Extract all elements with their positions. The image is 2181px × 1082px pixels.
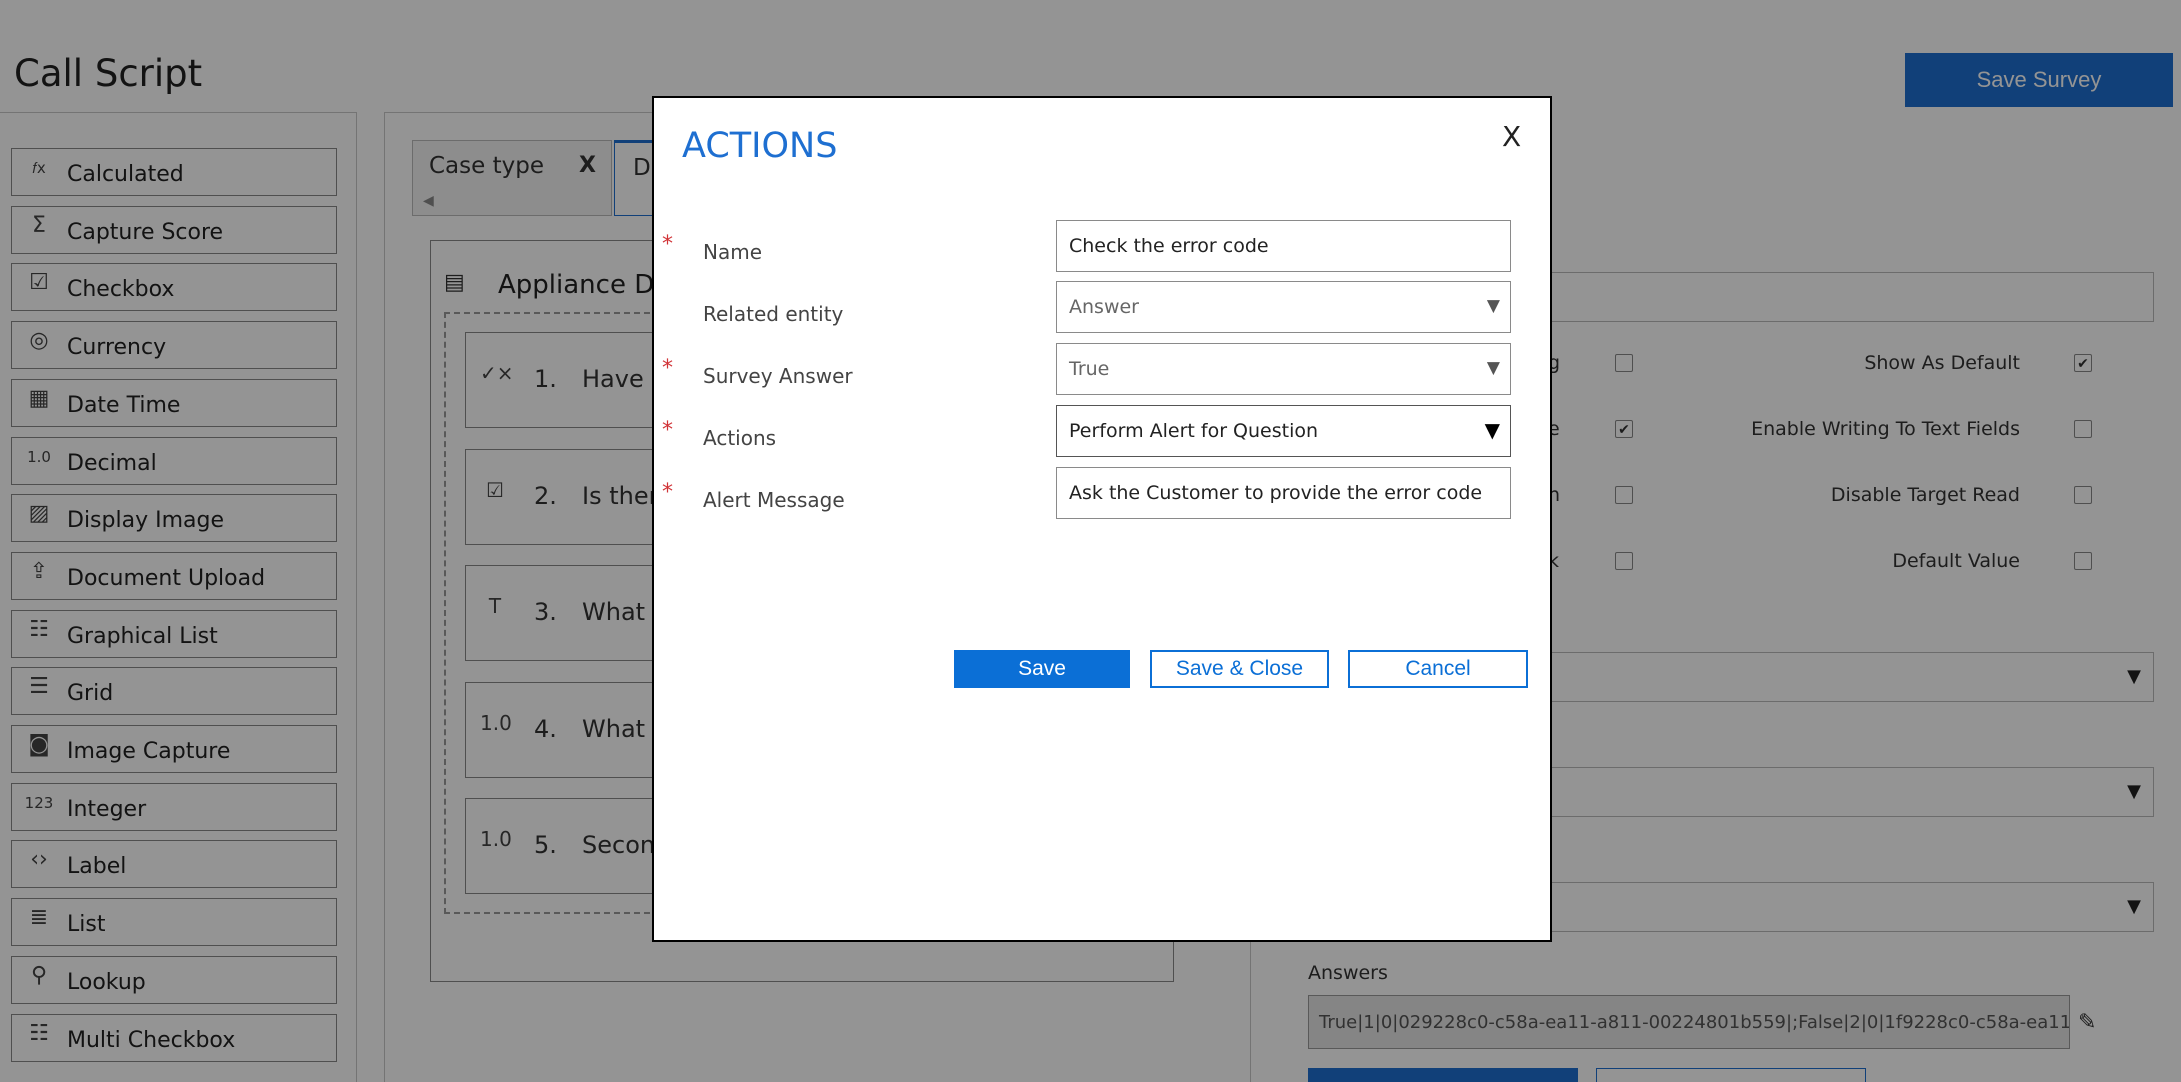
chevron-down-icon: ▼ xyxy=(1486,296,1500,316)
close-icon[interactable]: X xyxy=(1502,120,1521,153)
actions-value: Perform Alert for Question xyxy=(1069,420,1319,442)
save-button[interactable]: Save xyxy=(954,650,1130,688)
actions-label: Actions xyxy=(703,426,777,450)
chevron-down-icon: ▼ xyxy=(1486,358,1500,378)
related-entity-value: Answer xyxy=(1069,296,1139,318)
save-and-close-button[interactable]: Save & Close xyxy=(1150,650,1329,688)
related-entity-label: Related entity xyxy=(703,302,844,326)
name-input[interactable]: Check the error code xyxy=(1056,220,1511,272)
required-marker: * xyxy=(662,418,673,443)
alert-message-label: Alert Message xyxy=(703,488,845,512)
survey-answer-value: True xyxy=(1069,358,1110,380)
alert-message-input[interactable]: Ask the Customer to provide the error co… xyxy=(1056,467,1511,519)
required-marker: * xyxy=(662,356,673,381)
dialog-title: ACTIONS xyxy=(682,126,838,166)
survey-answer-label: Survey Answer xyxy=(703,364,853,388)
required-marker: * xyxy=(662,232,673,257)
survey-answer-select[interactable]: True ▼ xyxy=(1056,343,1511,395)
required-marker: * xyxy=(662,480,673,505)
chevron-down-icon: ▼ xyxy=(1484,418,1500,442)
actions-select[interactable]: Perform Alert for Question ▼ xyxy=(1056,405,1511,457)
cancel-button[interactable]: Cancel xyxy=(1348,650,1528,688)
related-entity-select[interactable]: Answer ▼ xyxy=(1056,281,1511,333)
name-label: Name xyxy=(703,240,763,264)
